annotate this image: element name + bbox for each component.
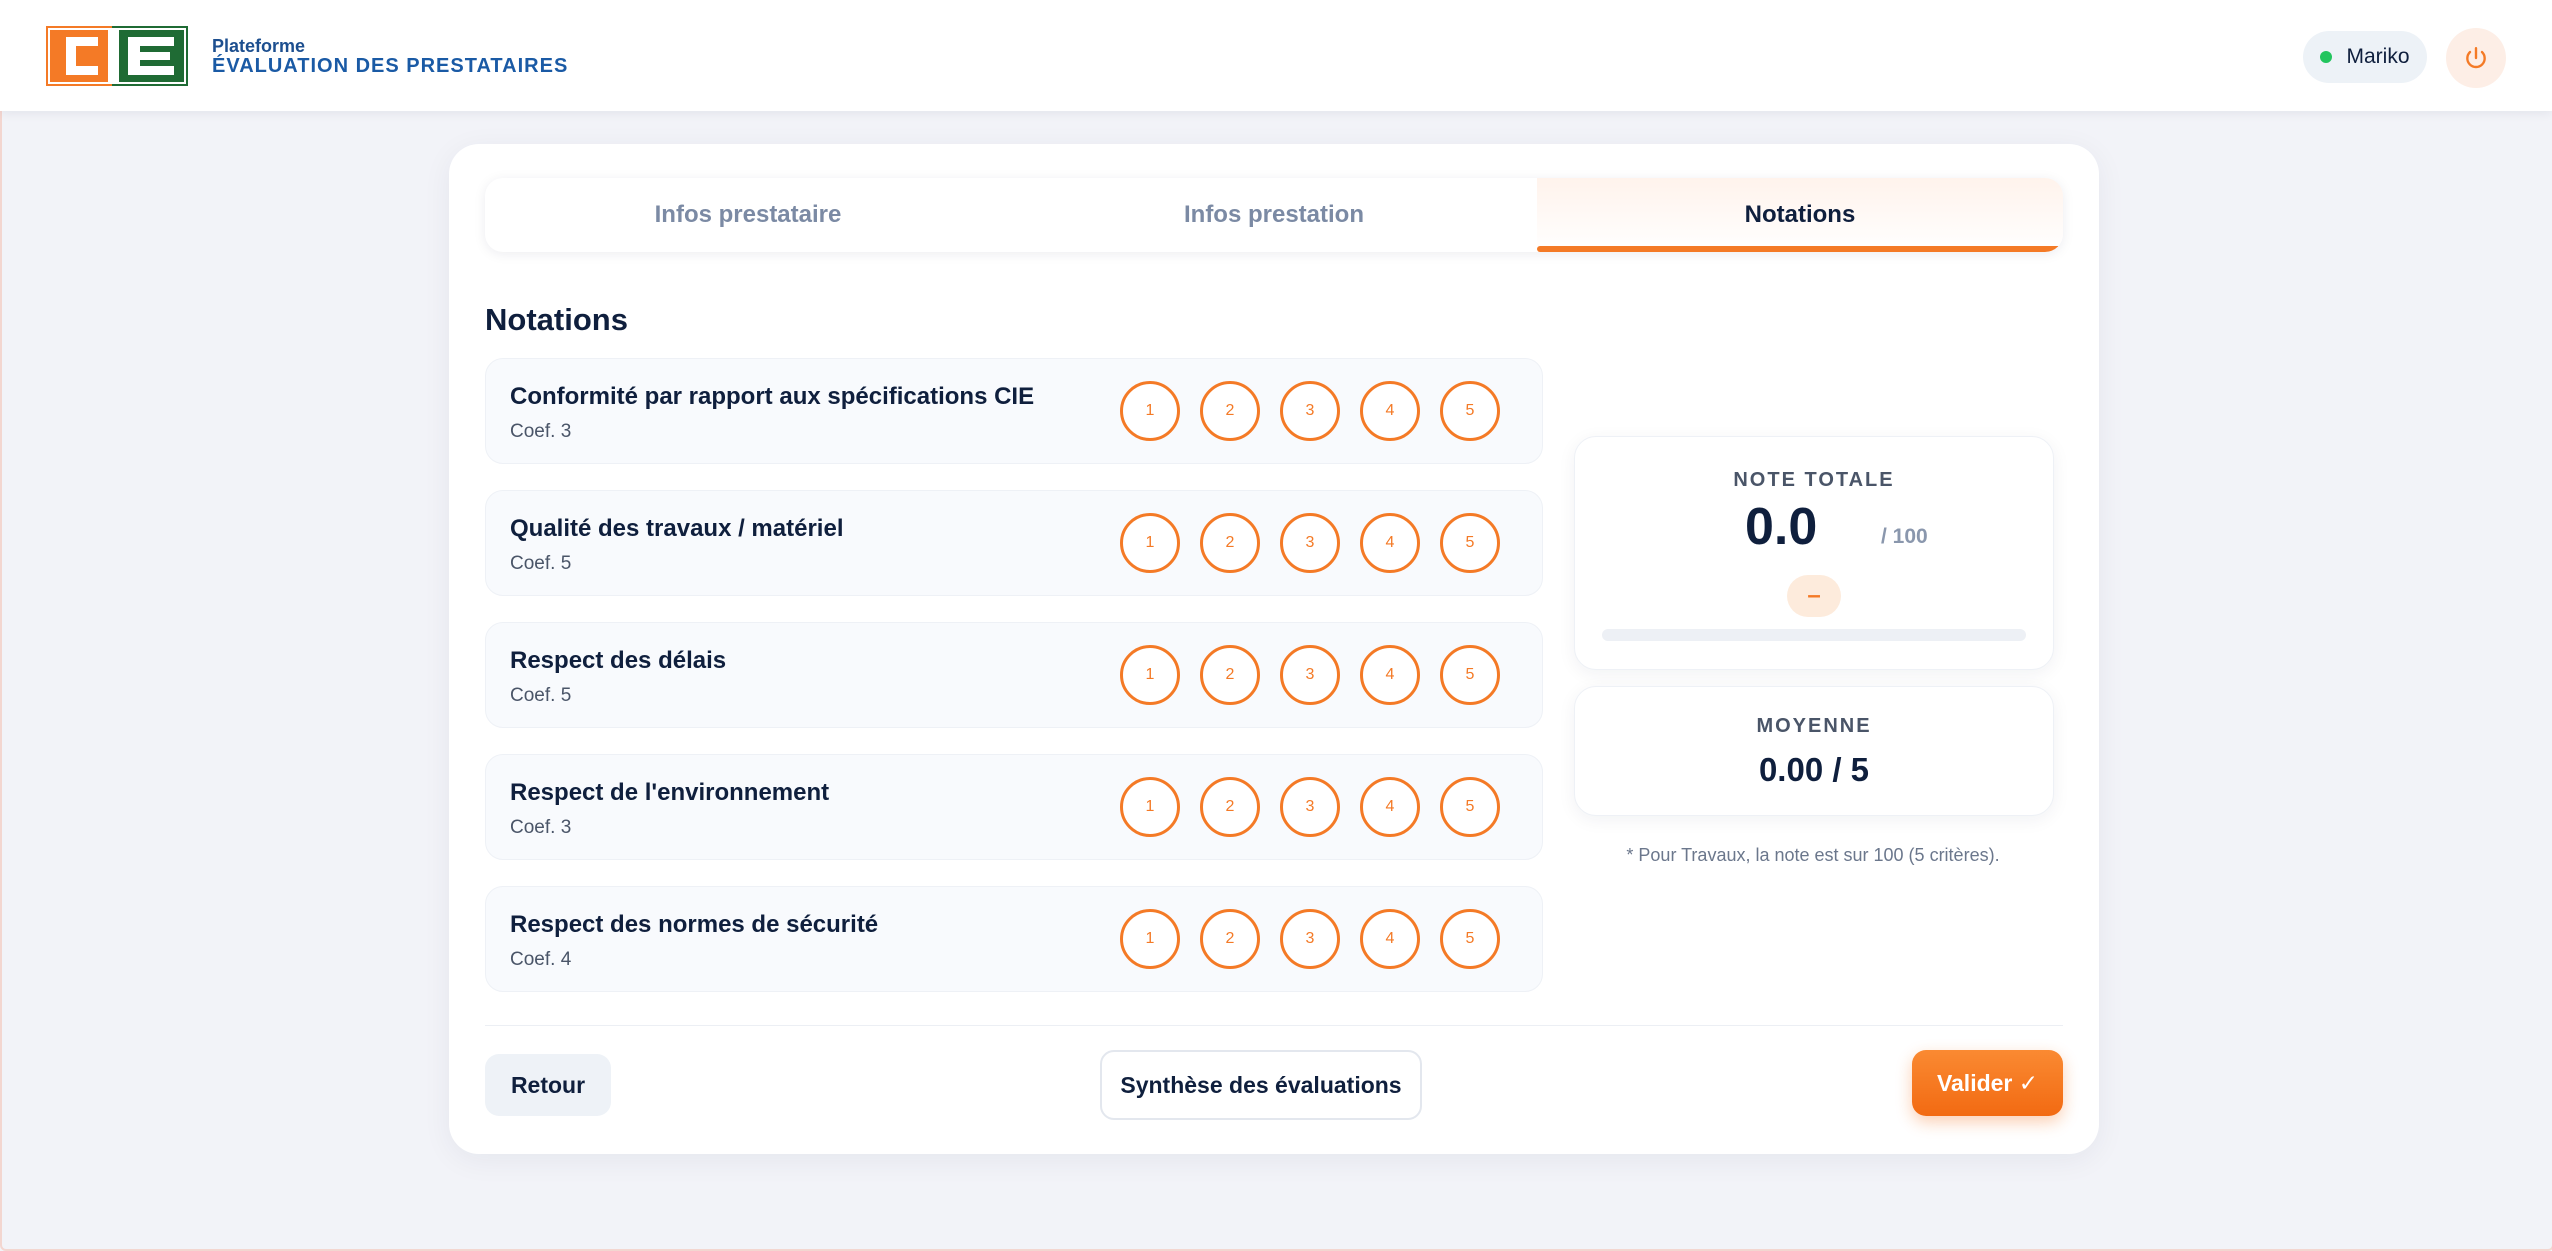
rating-option-1[interactable]: 1 <box>1120 777 1180 837</box>
rating-option-3[interactable]: 3 <box>1280 909 1340 969</box>
average-card: MOYENNE 0.00 / 5 <box>1574 686 2054 816</box>
rating-option-5[interactable]: 5 <box>1440 513 1500 573</box>
grade-badge: – <box>1787 575 1841 617</box>
criterion-row: Respect des normes de sécurité Coef. 4 1… <box>485 886 1543 992</box>
synthesis-button[interactable]: Synthèse des évaluations <box>1100 1050 1422 1120</box>
rating-group: 1 2 3 4 5 <box>1120 777 1500 837</box>
criterion-name: Conformité par rapport aux spécification… <box>510 383 1035 410</box>
rating-group: 1 2 3 4 5 <box>1120 381 1500 441</box>
tab-bar: Infos prestataire Infos prestation Notat… <box>485 178 2063 252</box>
cie-logo <box>46 26 188 86</box>
rating-option-1[interactable]: 1 <box>1120 381 1180 441</box>
tab-infos-prestataire[interactable]: Infos prestataire <box>485 178 1011 252</box>
rating-option-3[interactable]: 3 <box>1280 513 1340 573</box>
rating-group: 1 2 3 4 5 <box>1120 909 1500 969</box>
criterion-row: Respect de l'environnement Coef. 3 1 2 3… <box>485 754 1543 860</box>
tab-infos-prestation[interactable]: Infos prestation <box>1011 178 1537 252</box>
footer-divider <box>485 1025 2063 1026</box>
rating-option-1[interactable]: 1 <box>1120 909 1180 969</box>
average-value: 0.00 / 5 <box>1758 751 1870 788</box>
rating-option-4[interactable]: 4 <box>1360 777 1420 837</box>
rating-group: 1 2 3 4 5 <box>1120 645 1500 705</box>
rating-option-4[interactable]: 4 <box>1360 381 1420 441</box>
top-bar: Plateforme ÉVALUATION DES PRESTATAIRES M… <box>0 0 2552 111</box>
criterion-coefficient: Coef. 5 <box>510 685 572 706</box>
total-score-label: NOTE TOTALE <box>1733 469 1895 491</box>
rating-option-2[interactable]: 2 <box>1200 513 1260 573</box>
rating-group: 1 2 3 4 5 <box>1120 513 1500 573</box>
criterion-name: Qualité des travaux / matériel <box>510 515 844 542</box>
brand-subtitle: Plateforme <box>212 36 306 56</box>
tab-notations[interactable]: Notations <box>1537 178 2063 252</box>
user-chip[interactable]: Mariko <box>2303 31 2427 83</box>
online-status-dot <box>2320 51 2333 63</box>
average-label: MOYENNE <box>1756 715 1872 737</box>
criterion-coefficient: Coef. 4 <box>510 949 572 970</box>
rating-option-1[interactable]: 1 <box>1120 645 1180 705</box>
criterion-coefficient: Coef. 5 <box>510 553 572 574</box>
criterion-row: Qualité des travaux / matériel Coef. 5 1… <box>485 490 1543 596</box>
criteria-list: Conformité par rapport aux spécification… <box>485 358 1543 1018</box>
rating-option-2[interactable]: 2 <box>1200 645 1260 705</box>
rating-option-2[interactable]: 2 <box>1200 381 1260 441</box>
total-score-card: NOTE TOTALE 0.0 / 100 – <box>1574 436 2054 670</box>
rating-option-3[interactable]: 3 <box>1280 381 1340 441</box>
rating-option-4[interactable]: 4 <box>1360 513 1420 573</box>
user-name: Mariko <box>2346 45 2410 68</box>
section-title: Notations <box>485 302 628 337</box>
score-progress-bar <box>1602 629 2026 641</box>
evaluation-card: Infos prestataire Infos prestation Notat… <box>449 144 2099 1154</box>
rating-option-5[interactable]: 5 <box>1440 645 1500 705</box>
rating-option-3[interactable]: 3 <box>1280 645 1340 705</box>
rating-option-4[interactable]: 4 <box>1360 645 1420 705</box>
criterion-row: Conformité par rapport aux spécification… <box>485 358 1543 464</box>
criterion-name: Respect des normes de sécurité <box>510 911 879 938</box>
rating-option-2[interactable]: 2 <box>1200 909 1260 969</box>
rating-option-4[interactable]: 4 <box>1360 909 1420 969</box>
rating-option-5[interactable]: 5 <box>1440 381 1500 441</box>
criterion-coefficient: Coef. 3 <box>510 817 572 838</box>
rating-option-1[interactable]: 1 <box>1120 513 1180 573</box>
total-score-value: 0.0 <box>1745 498 1818 556</box>
brand-title: ÉVALUATION DES PRESTATAIRES <box>212 55 569 77</box>
criterion-name: Respect des délais <box>510 647 727 674</box>
back-button[interactable]: Retour <box>485 1054 611 1116</box>
logout-button[interactable] <box>2446 28 2506 88</box>
rating-option-2[interactable]: 2 <box>1200 777 1260 837</box>
rating-option-5[interactable]: 5 <box>1440 909 1500 969</box>
validate-button[interactable]: Valider ✓ <box>1912 1050 2063 1116</box>
scoring-note: * Pour Travaux, la note est sur 100 (5 c… <box>1626 845 2000 865</box>
criterion-coefficient: Coef. 3 <box>510 421 572 442</box>
rating-option-5[interactable]: 5 <box>1440 777 1500 837</box>
power-icon <box>2466 47 2486 69</box>
criterion-row: Respect des délais Coef. 5 1 2 3 4 5 <box>485 622 1543 728</box>
total-score-max: / 100 <box>1881 525 1928 548</box>
rating-option-3[interactable]: 3 <box>1280 777 1340 837</box>
criterion-name: Respect de l'environnement <box>510 779 830 806</box>
